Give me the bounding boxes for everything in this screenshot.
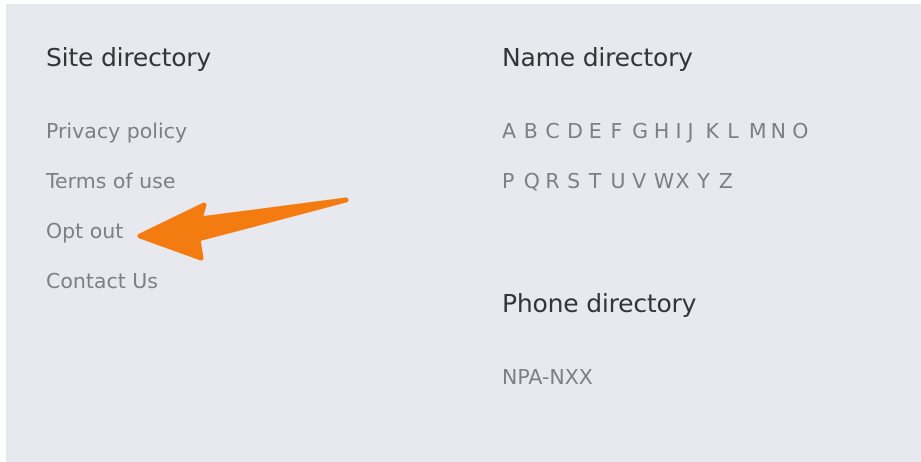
letter-link-g[interactable]: G (632, 119, 654, 143)
letter-link-h[interactable]: H (654, 119, 676, 143)
npa-nxx-link[interactable]: NPA-NXX (502, 365, 593, 389)
letter-link-q[interactable]: Q (524, 169, 546, 193)
letter-link-x[interactable]: X (676, 169, 698, 193)
letter-link-t[interactable]: T (589, 169, 611, 193)
letter-link-l[interactable]: L (727, 119, 749, 143)
letter-link-i[interactable]: I (676, 119, 688, 143)
letter-link-m[interactable]: M (749, 119, 771, 143)
letter-link-c[interactable]: C (545, 119, 567, 143)
opt-out-link[interactable]: Opt out (46, 219, 123, 243)
phone-directory-heading: Phone directory (502, 289, 697, 318)
letter-link-r[interactable]: R (545, 169, 567, 193)
letter-link-y[interactable]: Y (697, 169, 719, 193)
letter-link-k[interactable]: K (706, 119, 728, 143)
letter-link-v[interactable]: V (632, 169, 654, 193)
letter-link-e[interactable]: E (589, 119, 611, 143)
letter-link-n[interactable]: N (771, 119, 793, 143)
letter-link-p[interactable]: P (502, 169, 524, 193)
letter-link-u[interactable]: U (610, 169, 632, 193)
site-directory-heading: Site directory (46, 43, 211, 72)
name-directory-letters-a-o: ABCDEFGHIJKLMNO (502, 119, 814, 143)
name-directory-heading: Name directory (502, 43, 693, 72)
letter-link-o[interactable]: O (792, 119, 814, 143)
privacy-policy-link[interactable]: Privacy policy (46, 119, 187, 143)
terms-of-use-link[interactable]: Terms of use (46, 169, 175, 193)
letter-link-d[interactable]: D (567, 119, 589, 143)
letter-link-w[interactable]: W (654, 169, 676, 193)
letter-link-f[interactable]: F (610, 119, 632, 143)
letter-link-a[interactable]: A (502, 119, 524, 143)
footer-panel (6, 4, 921, 462)
letter-link-b[interactable]: B (524, 119, 546, 143)
name-directory-letters-p-z: PQRSTUVWXYZ (502, 169, 741, 193)
letter-link-z[interactable]: Z (719, 169, 741, 193)
letter-link-j[interactable]: J (688, 119, 706, 143)
letter-link-s[interactable]: S (567, 169, 589, 193)
contact-us-link[interactable]: Contact Us (46, 269, 158, 293)
